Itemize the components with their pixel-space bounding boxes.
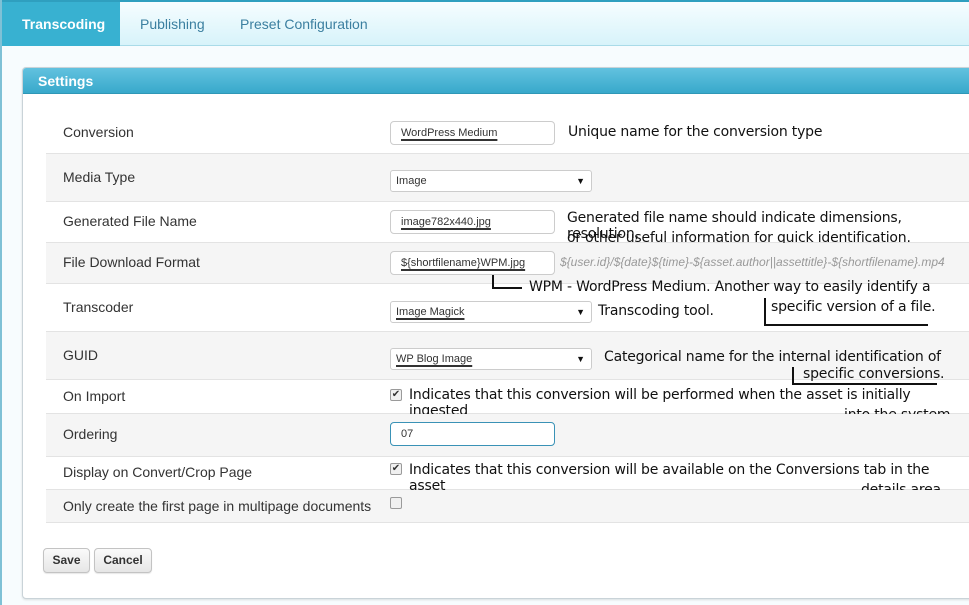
guid-note-1: Categorical name for the internal identi…: [604, 349, 941, 365]
panel-title: Settings: [23, 68, 969, 94]
first-page-only-checkbox[interactable]: [390, 497, 402, 509]
transcoder-select[interactable]: Image Magick ▼: [390, 301, 592, 323]
conversion-label: Conversion: [63, 124, 134, 140]
left-border: [0, 0, 2, 605]
tab-bar: Transcoding Publishing Preset Configurat…: [2, 2, 969, 46]
file-download-format-value: ${shortfilename}WPM.jpg: [401, 257, 526, 269]
generated-file-name-input[interactable]: image782x440.jpg: [390, 210, 555, 234]
ordering-label: Ordering: [63, 426, 118, 442]
cancel-button[interactable]: Cancel: [94, 548, 152, 573]
on-import-label: On Import: [63, 388, 126, 404]
generated-file-name-label: Generated File Name: [63, 213, 197, 229]
display-on-convert-checkbox[interactable]: ✔: [390, 463, 402, 475]
file-download-format-label: File Download Format: [63, 254, 200, 270]
transcoder-value: Image Magick: [396, 306, 465, 318]
media-type-value: Image: [396, 175, 427, 187]
media-type-label: Media Type: [63, 169, 136, 185]
file-download-format-hint: ${user.id}/${date}${time}-${asset.author…: [560, 255, 945, 269]
save-button[interactable]: Save: [43, 548, 90, 573]
generated-file-name-value: image782x440.jpg: [401, 216, 491, 228]
row-first-page-only: Only create the first page in multipage …: [46, 490, 969, 523]
ordering-input[interactable]: 07: [390, 422, 555, 446]
conversion-value: WordPress Medium: [401, 127, 498, 139]
chevron-down-icon: ▼: [576, 307, 585, 317]
file-download-format-input[interactable]: ${shortfilename}WPM.jpg: [390, 251, 555, 275]
checkmark-icon: ✔: [391, 463, 401, 474]
display-on-convert-label: Display on Convert/Crop Page: [63, 464, 253, 480]
ordering-value: 07: [401, 428, 414, 440]
guid-value: WP Blog Image: [396, 353, 473, 365]
on-import-checkbox[interactable]: ✔: [390, 389, 402, 401]
transcoder-label: Transcoder: [63, 299, 134, 315]
conversion-input[interactable]: WordPress Medium: [390, 121, 555, 145]
tab-transcoding[interactable]: Transcoding: [2, 2, 120, 46]
tab-preset-configuration[interactable]: Preset Configuration: [220, 2, 388, 46]
guid-label: GUID: [63, 347, 98, 363]
tab-publishing[interactable]: Publishing: [120, 2, 225, 46]
first-page-only-label: Only create the first page in multipage …: [63, 498, 372, 514]
checkmark-icon: ✔: [391, 389, 401, 400]
conversion-note: Unique name for the conversion type: [568, 124, 823, 140]
chevron-down-icon: ▼: [576, 176, 585, 186]
guid-select[interactable]: WP Blog Image ▼: [390, 348, 592, 370]
chevron-down-icon: ▼: [576, 354, 585, 364]
media-type-select[interactable]: Image ▼: [390, 170, 592, 192]
transcoder-note: Transcoding tool.: [598, 303, 714, 319]
